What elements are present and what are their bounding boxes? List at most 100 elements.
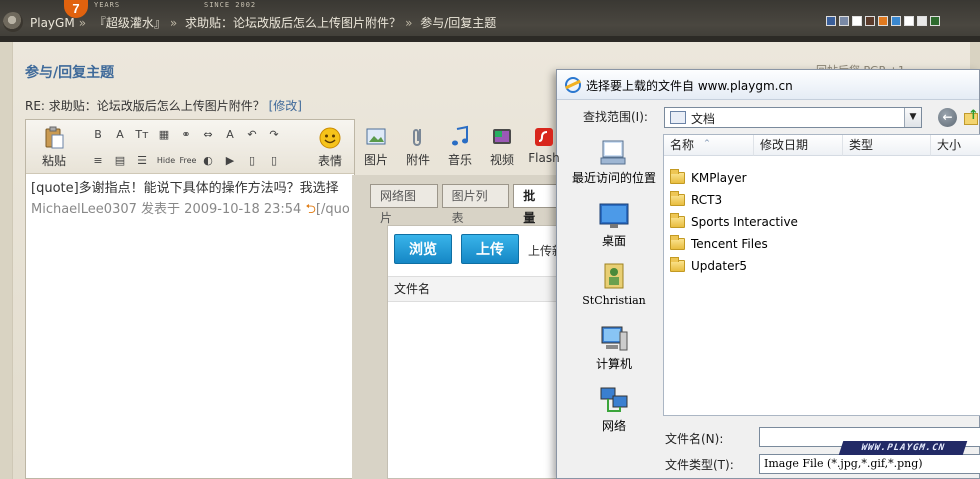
format-tool-icon[interactable]: ☰ [134, 154, 150, 168]
col-name[interactable]: 名称 ^ [664, 135, 754, 156]
since-caption: SINCE 2002 [204, 1, 257, 9]
look-in-value: 文档 [691, 112, 716, 126]
top-bar: 7 YEARS SINCE 2002 PlayGM» 『超级灌水』» 求助贴：论… [0, 0, 980, 42]
folder-icon [670, 191, 685, 206]
file-list-item-label: KMPlayer [691, 171, 747, 185]
tool-video[interactable]: 视频 [482, 125, 522, 168]
up-folder-button-icon[interactable]: ↑ [962, 108, 980, 127]
style-swatch[interactable] [917, 16, 927, 26]
format-tool-icon[interactable]: Free [178, 154, 198, 168]
look-in-label: 查找范围(I): [583, 110, 648, 124]
format-tool-icon[interactable]: ↷ [266, 128, 282, 142]
format-tool-icon[interactable]: ≡ [90, 154, 106, 168]
place-network[interactable]: 网络 [567, 386, 661, 433]
format-tool-icon[interactable]: ▤ [112, 154, 128, 168]
tool-emoticon[interactable]: 表情 [310, 126, 350, 169]
tool-flash[interactable]: Flash [524, 125, 564, 165]
network-icon [600, 387, 628, 412]
format-tool-icon[interactable]: ▦ [156, 128, 172, 142]
upload-button[interactable]: 上传 [461, 234, 519, 264]
place-recent[interactable]: 最近访问的位置 [567, 138, 661, 185]
quote-author: MichaelLee0307 发表于 [31, 202, 181, 217]
filetype-dropdown[interactable]: Image File (*.jpg,*.gif,*.png) [759, 454, 980, 474]
file-list-item[interactable]: Tencent Files [670, 233, 768, 255]
style-swatch[interactable] [891, 16, 901, 26]
style-swatch[interactable] [852, 16, 862, 26]
image-upload-panel: 网络图片 图片列表 批量 浏览 上传 上传新 文件名 [352, 175, 564, 479]
reply-arrow-icon: ⮌ [305, 202, 316, 217]
post-subject: RE: 求助贴：论坛改版后怎么上传图片附件？ [修改] [25, 97, 302, 114]
file-list-item[interactable]: Updater5 [670, 255, 747, 277]
style-swatch[interactable] [826, 16, 836, 26]
format-tool-icon[interactable]: ◐ [200, 154, 216, 168]
style-swatch[interactable] [839, 16, 849, 26]
format-tool-icon[interactable]: ▯ [266, 154, 282, 168]
clipboard-icon [45, 126, 64, 149]
places-bar: 最近访问的位置 桌面 StChristian 计算机 网络 [567, 132, 661, 433]
tab-batch-upload[interactable]: 批量 [513, 184, 557, 225]
breadcrumb-home[interactable]: PlayGM [30, 16, 75, 30]
place-computer[interactable]: 计算机 [567, 324, 661, 371]
tool-attachment-label: 附件 [405, 153, 430, 167]
format-tool-icon[interactable]: ⚭ [178, 128, 194, 142]
place-user-label: StChristian [582, 294, 646, 307]
tool-video-label: 视频 [489, 153, 514, 167]
browse-button[interactable]: 浏览 [394, 234, 452, 264]
format-tool-icon[interactable]: ↶ [244, 128, 260, 142]
file-list-item-label: Updater5 [691, 259, 748, 273]
place-user[interactable]: StChristian [567, 260, 661, 308]
filetype-label: 文件类型(T): [665, 458, 734, 472]
site-watermark: WWW.PLAYGM.CN [838, 441, 968, 455]
tab-web-image[interactable]: 网络图片 [370, 184, 438, 225]
format-tool-icon[interactable]: A [112, 128, 128, 142]
folder-icon [670, 213, 685, 228]
breadcrumb-sep: » [169, 16, 178, 30]
back-button-icon[interactable]: ← [938, 108, 957, 127]
ie-icon [565, 77, 581, 93]
file-list[interactable]: 名称 ^ 修改日期 类型 大小 KMPlayer RCT3 Sports Inter… [663, 134, 980, 416]
style-swatch[interactable] [878, 16, 888, 26]
format-tool-icon[interactable]: ▯ [244, 154, 260, 168]
upload-filename-header: 文件名 [388, 276, 558, 302]
tool-image[interactable]: 图片 [356, 125, 396, 168]
place-computer-label: 计算机 [595, 357, 632, 371]
paste-button[interactable]: 粘贴 [34, 126, 74, 169]
chevron-down-icon[interactable]: ▼ [904, 108, 921, 127]
style-swatch[interactable] [904, 16, 914, 26]
style-swatches [826, 16, 940, 26]
place-desktop[interactable]: 桌面 [567, 201, 661, 248]
post-subject-text: RE: 求助贴：论坛改版后怎么上传图片附件？ [25, 99, 265, 113]
format-tool-icon[interactable]: ▶ [222, 154, 238, 168]
style-swatch[interactable] [930, 16, 940, 26]
file-upload-dialog: 选择要上载的文件自 www.playgm.cn 查找范围(I): 文档 ▼ ← … [556, 69, 980, 479]
breadcrumb-thread[interactable]: 求助贴：论坛改版后怎么上传图片附件？ [185, 16, 401, 30]
file-list-item[interactable]: KMPlayer [670, 167, 747, 189]
dialog-titlebar[interactable]: 选择要上载的文件自 www.playgm.cn [557, 70, 979, 100]
music-icon [452, 125, 468, 146]
tool-attachment[interactable]: 附件 [398, 125, 438, 168]
format-tool-icon[interactable]: Tт [134, 128, 150, 142]
style-swatch[interactable] [865, 16, 875, 26]
file-list-item[interactable]: RCT3 [670, 189, 722, 211]
file-list-item[interactable]: Sports Interactive [670, 211, 798, 233]
col-type[interactable]: 类型 [843, 135, 931, 156]
upload-area: 浏览 上传 上传新 文件名 [387, 225, 564, 479]
site-logo-icon[interactable] [3, 12, 23, 32]
format-tool-icon[interactable]: ⇔ [200, 128, 216, 142]
editor-text-area[interactable]: [quote]多谢指点！能说下具体的操作方法吗？我选择 MichaelLee03… [26, 175, 354, 223]
tool-music[interactable]: 音乐 [440, 125, 480, 168]
video-icon [493, 129, 511, 144]
format-tool-icon[interactable]: A [222, 128, 238, 142]
format-tool-icon[interactable]: Hide [156, 154, 176, 168]
col-size[interactable]: 大小 [931, 135, 980, 156]
col-modified[interactable]: 修改日期 [754, 135, 843, 156]
tool-music-label: 音乐 [447, 153, 472, 167]
quote-meta: MichaelLee0307 发表于 2009-10-18 23:54 ⮌[/q… [31, 199, 349, 220]
tab-image-list[interactable]: 图片列表 [441, 184, 510, 225]
breadcrumb-forum[interactable]: 『超级灌水』 [94, 16, 166, 30]
col-name-label: 名称 [670, 138, 695, 152]
look-in-dropdown[interactable]: 文档 ▼ [664, 107, 922, 128]
edit-subject-link[interactable]: [修改] [269, 99, 302, 113]
image-icon [366, 128, 386, 145]
format-tool-icon[interactable]: B [90, 128, 106, 142]
